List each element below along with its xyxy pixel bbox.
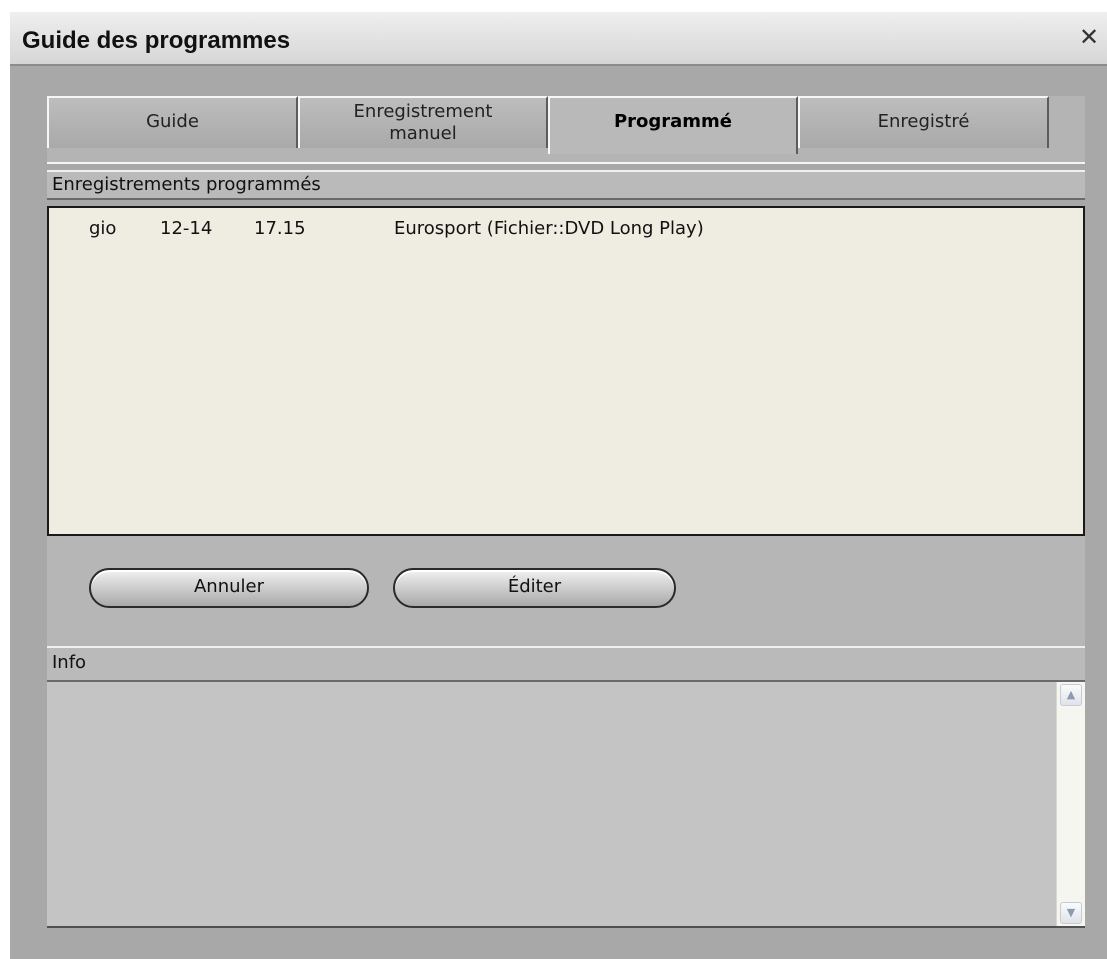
cancel-button[interactable]: Annuler (89, 568, 369, 608)
chevron-down-icon[interactable]: ▼ (1060, 902, 1082, 924)
info-panel: ▲ ▼ (47, 682, 1085, 928)
row-date: 12-14 (160, 218, 213, 239)
window-title: Guide des programmes (22, 27, 291, 54)
tab-manual-recording-label-line2: manuel (389, 123, 457, 144)
row-day: gio (89, 218, 117, 239)
tab-separator (47, 162, 1085, 164)
tab-guide[interactable]: Guide (47, 96, 298, 148)
row-description: Eurosport (Fichier::DVD Long Play) (394, 218, 704, 239)
tab-scheduled-label: Programmé (613, 111, 733, 132)
tab-recorded-label: Enregistré (877, 111, 970, 132)
list-item[interactable]: gio 12-14 17.15 Eurosport (Fichier::DVD … (49, 208, 1083, 239)
close-icon[interactable]: ✕ (1075, 22, 1103, 52)
program-guide-window: Guide des programmes ✕ Guide Enregistrem… (10, 12, 1107, 959)
info-section-header: Info (47, 646, 1085, 682)
tab-guide-label: Guide (146, 111, 199, 132)
info-scrollbar[interactable]: ▲ ▼ (1056, 682, 1085, 926)
scheduled-section-header: Enregistrements programmés (47, 170, 1085, 200)
scheduled-recordings-list[interactable]: gio 12-14 17.15 Eurosport (Fichier::DVD … (47, 206, 1085, 536)
button-area: Annuler Éditer (47, 536, 1085, 646)
tab-scheduled[interactable]: Programmé (548, 96, 798, 154)
row-time: 17.15 (254, 218, 306, 239)
title-bar: Guide des programmes ✕ (10, 12, 1107, 66)
chevron-up-icon[interactable]: ▲ (1060, 684, 1082, 706)
tab-manual-recording-label-line1: Enregistrement (353, 101, 493, 122)
tab-recorded[interactable]: Enregistré (798, 96, 1049, 148)
edit-button[interactable]: Éditer (393, 568, 676, 608)
tab-manual-recording[interactable]: Enregistrement manuel (298, 96, 548, 148)
tab-bar: Guide Enregistrement manuel Programmé En… (47, 96, 1085, 162)
